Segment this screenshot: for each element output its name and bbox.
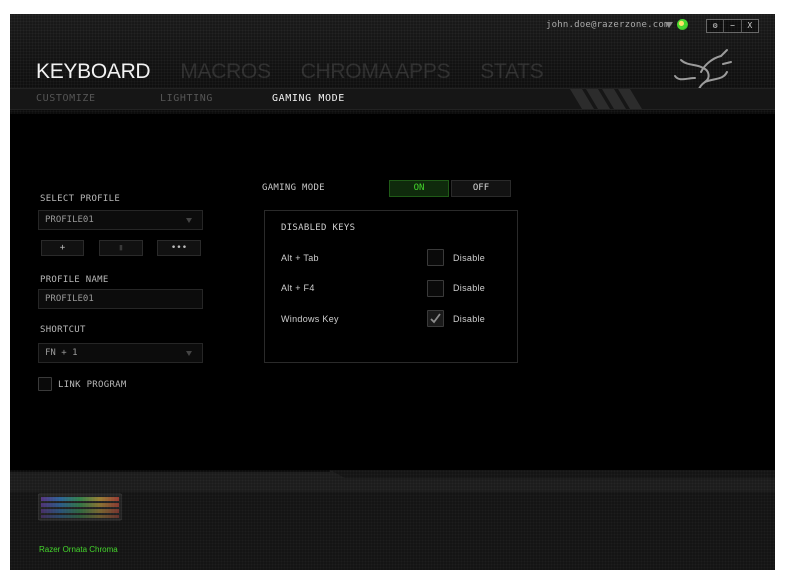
gaming-mode-on-button[interactable]: ON <box>389 180 449 197</box>
gaming-mode-label: GAMING MODE <box>262 183 325 193</box>
disabled-keys-panel: DISABLED KEYS Alt + Tab Disable Alt + F4… <box>264 210 518 363</box>
key-windows-label: Windows Key <box>281 314 339 324</box>
profile-select-value: PROFILE01 <box>45 215 94 225</box>
key-alt-f4-label: Alt + F4 <box>281 283 315 293</box>
dropdown-arrow-icon <box>186 351 192 356</box>
account-email[interactable]: john.doe@razerzone.com <box>546 20 670 30</box>
tab-stats[interactable]: STATS <box>480 60 543 84</box>
minimize-button[interactable]: − <box>724 20 742 32</box>
chevron-down-icon[interactable] <box>665 22 673 28</box>
close-button[interactable]: X <box>742 20 758 32</box>
tab-macros[interactable]: MACROS <box>180 60 271 84</box>
tab-gaming-mode[interactable]: GAMING MODE <box>272 93 345 104</box>
sub-tabs: CUSTOMIZE LIGHTING GAMING MODE <box>10 88 775 110</box>
dropdown-arrow-icon <box>186 218 192 223</box>
add-profile-button[interactable]: + <box>41 240 84 256</box>
device-footer <box>10 470 775 570</box>
tab-customize[interactable]: CUSTOMIZE <box>36 93 96 104</box>
decorative-stripes <box>570 89 642 109</box>
status-indicator-icon[interactable] <box>677 19 688 30</box>
gaming-mode-off-button[interactable]: OFF <box>451 180 511 197</box>
shortcut-select[interactable]: FN + 1 <box>38 343 203 363</box>
keyboard-device-icon[interactable] <box>38 492 122 522</box>
disable-alt-tab-label: Disable <box>453 253 486 263</box>
select-profile-label: SELECT PROFILE <box>40 194 121 204</box>
disable-windows-key-checkbox[interactable] <box>427 310 444 327</box>
more-options-button[interactable]: ••• <box>157 240 201 256</box>
tab-keyboard[interactable]: KEYBOARD <box>36 60 151 84</box>
main-tabs: KEYBOARD MACROS CHROMA APPS STATS <box>36 60 573 84</box>
disabled-keys-title: DISABLED KEYS <box>281 223 356 233</box>
profile-name-label: PROFILE NAME <box>40 275 109 285</box>
shortcut-label: SHORTCUT <box>40 325 86 335</box>
link-program-checkbox[interactable] <box>38 377 52 391</box>
profile-name-value: PROFILE01 <box>45 294 94 304</box>
delete-profile-button[interactable]: ▮ <box>99 240 143 256</box>
checkmark-icon <box>430 313 441 324</box>
tab-lighting[interactable]: LIGHTING <box>160 93 213 104</box>
link-program-label: LINK PROGRAM <box>58 380 127 390</box>
disable-alt-tab-checkbox[interactable] <box>427 249 444 266</box>
disable-alt-f4-checkbox[interactable] <box>427 280 444 297</box>
tab-chroma-apps[interactable]: CHROMA APPS <box>301 60 451 84</box>
footer-edge <box>10 470 775 492</box>
profile-name-input[interactable]: PROFILE01 <box>38 289 203 309</box>
app-window: john.doe@razerzone.com ⚙ − X KEYBOARD MA… <box>10 14 775 570</box>
shortcut-select-value: FN + 1 <box>45 348 78 358</box>
disable-windows-key-label: Disable <box>453 314 486 324</box>
disable-alt-f4-label: Disable <box>453 283 486 293</box>
profile-select[interactable]: PROFILE01 <box>38 210 203 230</box>
window-controls: ⚙ − X <box>706 19 759 33</box>
key-alt-tab-label: Alt + Tab <box>281 253 319 263</box>
device-name: Razer Ornata Chroma <box>39 545 118 554</box>
settings-button[interactable]: ⚙ <box>707 20 725 32</box>
